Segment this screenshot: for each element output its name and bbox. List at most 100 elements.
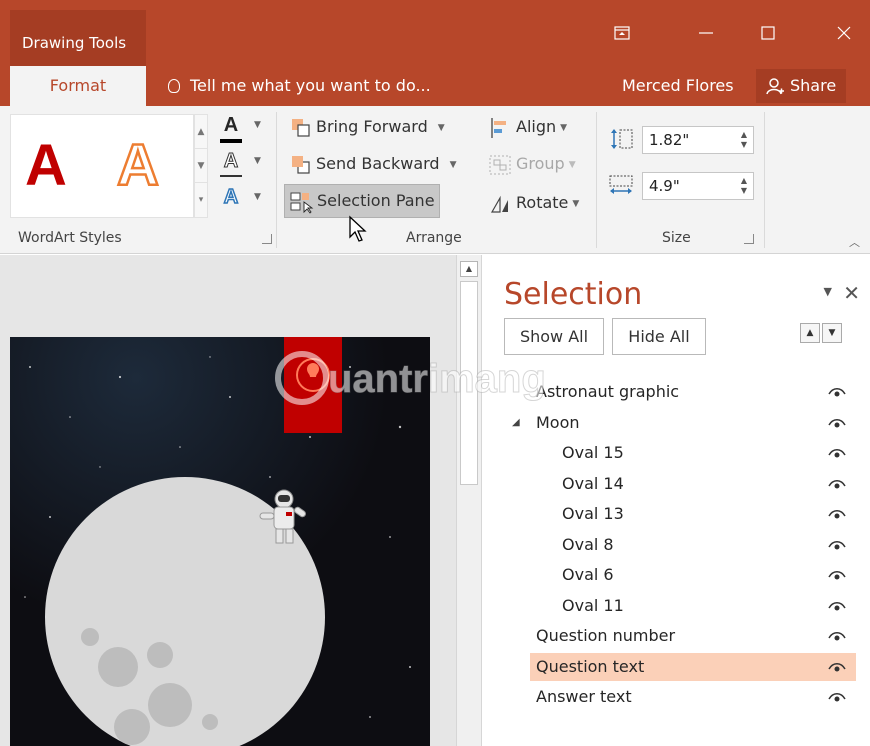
share-label: Share: [790, 76, 837, 95]
wordart-style-orange-outline[interactable]: A: [116, 135, 160, 196]
chevron-down-icon: ▼: [449, 160, 457, 170]
visibility-eye-icon[interactable]: [828, 447, 846, 459]
scroll-up-icon[interactable]: ▲: [460, 261, 478, 277]
wordart-style-red[interactable]: A: [25, 137, 67, 195]
shape-height-input[interactable]: 1.82" ▲ ▼: [642, 126, 754, 154]
selection-item-oval-13[interactable]: Oval 13: [530, 500, 856, 528]
gallery-scroll-up-icon[interactable]: ▲: [195, 115, 207, 149]
close-window-icon[interactable]: [822, 18, 866, 48]
wordart-styles-gallery[interactable]: A A: [10, 114, 194, 218]
group-separator: [276, 112, 277, 248]
text-fill-button[interactable]: A ▼: [220, 114, 264, 144]
selection-pane-label: Selection Pane: [317, 191, 435, 210]
collapse-ribbon-icon[interactable]: ︿: [849, 234, 860, 250]
drawing-tools-contextual-label: Drawing Tools: [10, 10, 146, 66]
width-spinner-icon[interactable]: ▲ ▼: [741, 176, 747, 196]
selection-item-oval-6[interactable]: Oval 6: [530, 561, 856, 589]
selection-item-moon[interactable]: ◢ Moon: [512, 409, 856, 437]
size-dialog-launcher-icon[interactable]: [744, 234, 754, 244]
text-effects-button[interactable]: A ▼: [220, 185, 264, 216]
visibility-eye-icon[interactable]: [828, 508, 846, 520]
shape-width-control: 4.9" ▲ ▼: [608, 170, 756, 200]
person-add-icon: [766, 78, 784, 95]
selection-item-label: Astronaut graphic: [536, 382, 680, 401]
maximize-icon[interactable]: [746, 18, 790, 48]
selection-item-label: Oval 6: [562, 565, 614, 584]
slide-vertical-scrollbar[interactable]: ▲: [456, 255, 482, 746]
send-backward-button[interactable]: Send Backward ▼: [288, 149, 457, 179]
scrollbar-thumb[interactable]: [460, 281, 478, 485]
visibility-eye-icon[interactable]: [828, 478, 846, 490]
send-backward-label: Send Backward: [316, 154, 440, 173]
ribbon-tab-row: Format Tell me what you want to do... Me…: [0, 66, 870, 106]
space-scene: [10, 337, 430, 746]
chevron-down-icon: ▼: [254, 120, 261, 130]
minimize-icon[interactable]: [684, 18, 728, 48]
visibility-eye-icon[interactable]: [828, 569, 846, 581]
send-backward-icon: [288, 153, 314, 177]
wordart-styles-group-label: WordArt Styles: [18, 230, 122, 246]
selection-pane-button[interactable]: Selection Pane: [284, 184, 440, 218]
group-button[interactable]: Group ▼: [488, 149, 576, 179]
selection-item-astronaut-graphic[interactable]: Astronaut graphic: [530, 378, 856, 406]
pane-options-chevron-icon[interactable]: ▼: [824, 285, 832, 298]
gallery-more-icon[interactable]: ▾: [195, 183, 207, 217]
selection-item-oval-8[interactable]: Oval 8: [530, 531, 856, 559]
hide-all-button[interactable]: Hide All: [612, 318, 706, 355]
visibility-eye-icon[interactable]: [828, 417, 846, 429]
selection-pane-icon: [289, 190, 315, 214]
selection-item-question-text[interactable]: Question text: [530, 652, 856, 681]
rotate-button[interactable]: Rotate ▼: [488, 188, 579, 218]
selection-item-oval-11[interactable]: Oval 11: [530, 592, 856, 620]
wordart-dialog-launcher-icon[interactable]: [262, 234, 272, 244]
shape-width-input[interactable]: 4.9" ▲ ▼: [642, 172, 754, 200]
wordart-gallery-scroll[interactable]: ▲ ▼ ▾: [194, 114, 208, 218]
visibility-eye-icon[interactable]: [828, 386, 846, 398]
visibility-eye-icon[interactable]: [828, 600, 846, 612]
group-separator: [764, 112, 765, 248]
text-outline-button[interactable]: A ▼: [220, 150, 264, 180]
selection-item-label: Question number: [536, 626, 676, 645]
gallery-scroll-down-icon[interactable]: ▼: [195, 149, 207, 183]
tell-me-box[interactable]: Tell me what you want to do...: [168, 66, 431, 106]
tell-me-text: Tell me what you want to do...: [190, 76, 431, 95]
text-outline-color-bar: [220, 175, 242, 177]
selection-item-label: Oval 11: [562, 595, 624, 615]
tab-format[interactable]: Format: [10, 66, 146, 106]
selection-item-question-number[interactable]: Question number: [530, 622, 856, 650]
bring-forward-order-icon[interactable]: ▲: [800, 323, 820, 343]
selection-item-oval-14[interactable]: Oval 14: [530, 470, 856, 498]
chevron-down-icon: ▼: [437, 123, 445, 133]
selection-item-label: Answer text: [536, 687, 632, 706]
text-outline-icon: A: [223, 150, 239, 173]
selection-item-oval-15[interactable]: Oval 15: [530, 439, 856, 467]
close-pane-icon[interactable]: ✕: [843, 281, 860, 305]
share-button[interactable]: Share: [756, 69, 846, 103]
chevron-down-icon: ▼: [254, 156, 261, 166]
height-spinner-icon[interactable]: ▲ ▼: [741, 130, 747, 150]
visibility-eye-icon[interactable]: [828, 661, 846, 673]
ribbon-display-options-icon[interactable]: [600, 18, 644, 48]
lightbulb-icon: [168, 79, 180, 93]
visibility-eye-icon[interactable]: [828, 630, 846, 642]
send-backward-order-icon[interactable]: ▼: [822, 323, 842, 343]
shape-height-icon: [611, 129, 633, 149]
selection-pane-title: Selection: [504, 277, 643, 312]
selection-item-answer-text[interactable]: Answer text: [530, 683, 856, 711]
slide-editing-area[interactable]: [0, 255, 456, 746]
arrange-group-label: Arrange: [406, 230, 462, 246]
visibility-eye-icon[interactable]: [828, 691, 846, 703]
shape-height-control: 1.82" ▲ ▼: [608, 124, 756, 154]
shape-height-value: 1.82": [649, 131, 690, 149]
show-all-button[interactable]: Show All: [504, 318, 604, 355]
expand-collapse-icon[interactable]: ◢: [512, 409, 520, 437]
question-number-box: [284, 337, 342, 433]
group-separator: [596, 112, 597, 248]
group-label: Group: [516, 154, 565, 173]
visibility-eye-icon[interactable]: [828, 539, 846, 551]
signed-in-user[interactable]: Merced Flores: [622, 66, 734, 106]
align-button[interactable]: Align ▼: [488, 112, 567, 142]
selection-item-label: Oval 14: [562, 473, 624, 493]
slide-canvas[interactable]: [10, 337, 430, 746]
bring-forward-button[interactable]: Bring Forward ▼: [288, 112, 445, 142]
